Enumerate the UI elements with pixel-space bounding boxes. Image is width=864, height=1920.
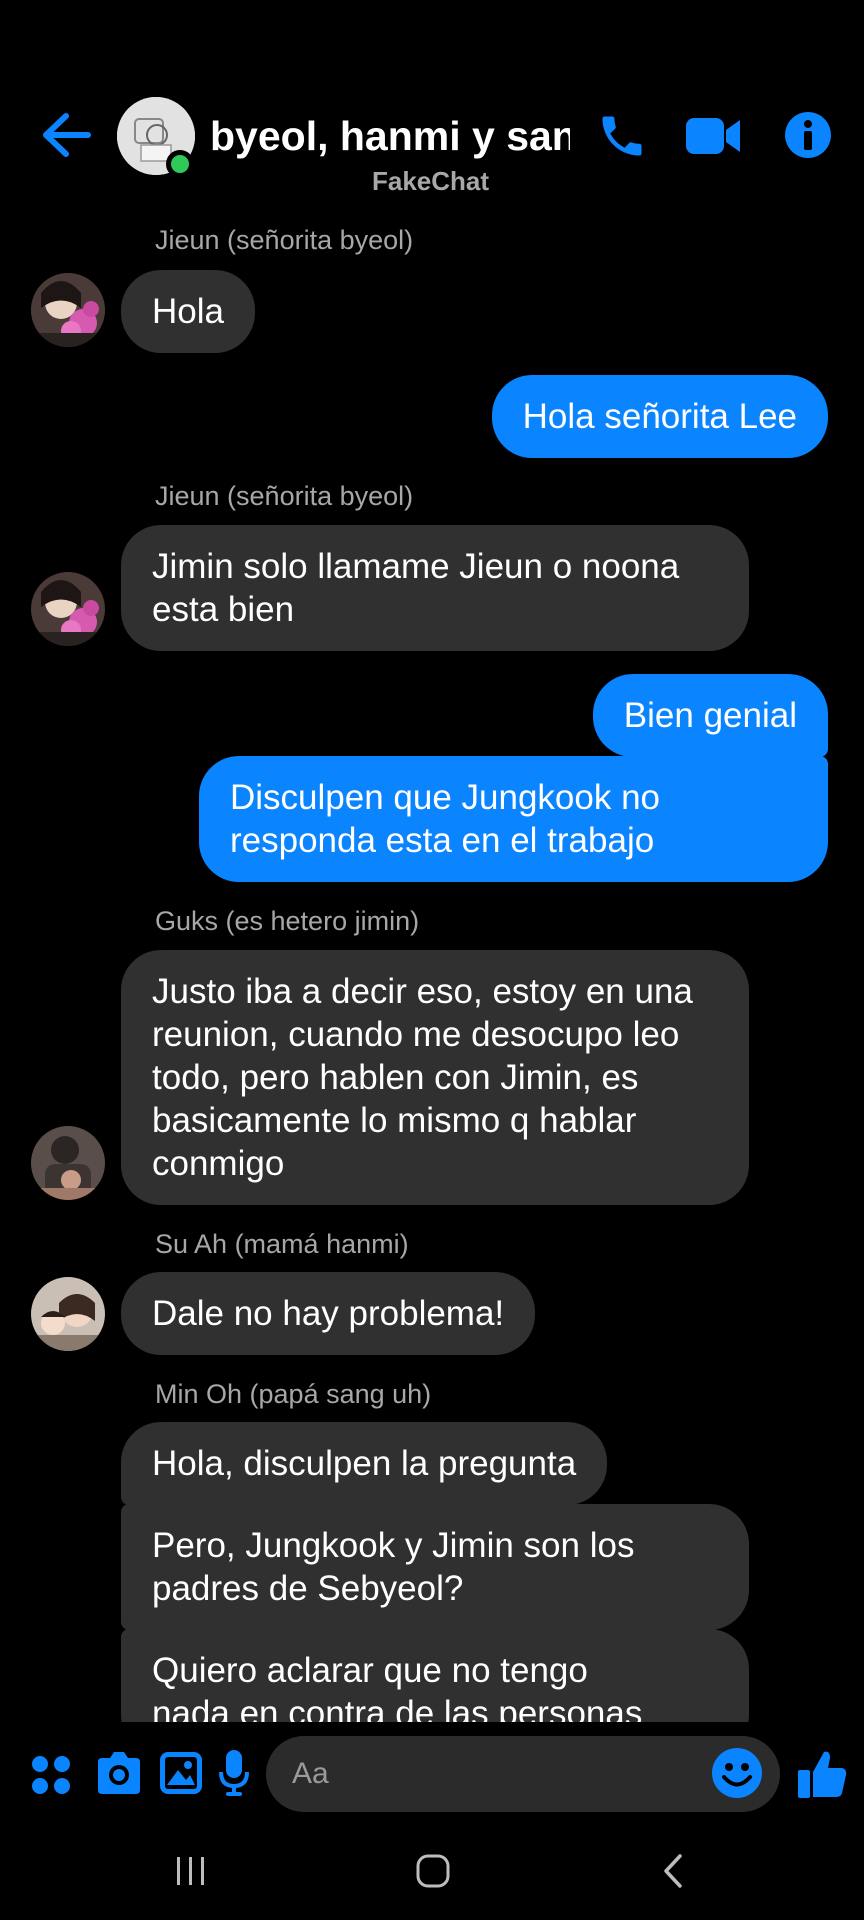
chat-header: byeol, hanmi y san… FakeChat xyxy=(0,0,864,205)
message-bubble[interactable]: Bien genial xyxy=(592,674,828,757)
message-input[interactable] xyxy=(292,1736,692,1812)
video-camera-icon[interactable] xyxy=(684,110,742,162)
camera-icon[interactable] xyxy=(94,1750,144,1801)
message-bubble[interactable]: Jimin solo llamame Jieun o noona esta bi… xyxy=(121,525,749,651)
message-bubble[interactable]: Hola, disculpen la pregunta xyxy=(121,1422,608,1505)
message-bubble[interactable]: Justo iba a decir eso, estoy en una reun… xyxy=(121,950,749,1205)
online-status-dot xyxy=(166,150,194,178)
chat-viewport: Jieun (señorita byeol) Hola Hola señorit… xyxy=(0,0,864,1722)
message-input-field[interactable] xyxy=(266,1736,780,1812)
back-arrow-icon[interactable] xyxy=(38,110,94,160)
message-bubble[interactable]: Pero, Jungkook y Jimin son los padres de… xyxy=(121,1504,749,1630)
emoji-icon[interactable] xyxy=(710,1746,764,1800)
phone-icon[interactable] xyxy=(596,110,648,162)
message-bubble[interactable]: Disculpen que Jungkook no responda esta … xyxy=(199,756,828,882)
home-icon[interactable] xyxy=(414,1852,452,1895)
gallery-icon[interactable] xyxy=(158,1750,204,1801)
avatar-jieun[interactable] xyxy=(31,273,105,347)
avatar-jieun[interactable] xyxy=(31,572,105,646)
system-navbar xyxy=(0,1832,864,1920)
back-icon[interactable] xyxy=(660,1852,686,1895)
thumbs-up-icon[interactable] xyxy=(796,1748,848,1800)
sender-name: Guks (es hetero jimin) xyxy=(155,906,420,936)
message-bubble[interactable]: Hola señorita Lee xyxy=(491,375,828,458)
microphone-icon[interactable] xyxy=(218,1748,250,1803)
sender-name: Jieun (señorita byeol) xyxy=(155,481,414,511)
message-bubble[interactable]: Hola xyxy=(121,270,255,353)
message-bubble[interactable]: Dale no hay problema! xyxy=(121,1272,536,1355)
chat-subtitle: FakeChat xyxy=(372,166,490,196)
message-bubble[interactable]: Quiero aclarar que no tengo nada en cont… xyxy=(121,1629,749,1722)
info-icon[interactable] xyxy=(783,110,833,160)
recent-apps-icon[interactable] xyxy=(174,1854,208,1893)
sender-name: Su Ah (mamá hanmi) xyxy=(155,1229,409,1259)
avatar-guks[interactable] xyxy=(31,1126,105,1200)
sender-name: Min Oh (papá sang uh) xyxy=(155,1379,432,1409)
chat-title[interactable]: byeol, hanmi y san… xyxy=(210,113,570,160)
message-composer xyxy=(0,1722,864,1832)
avatar-su-ah[interactable] xyxy=(31,1277,105,1351)
sender-name: Jieun (señorita byeol) xyxy=(155,225,414,255)
apps-icon[interactable] xyxy=(30,1754,72,1801)
